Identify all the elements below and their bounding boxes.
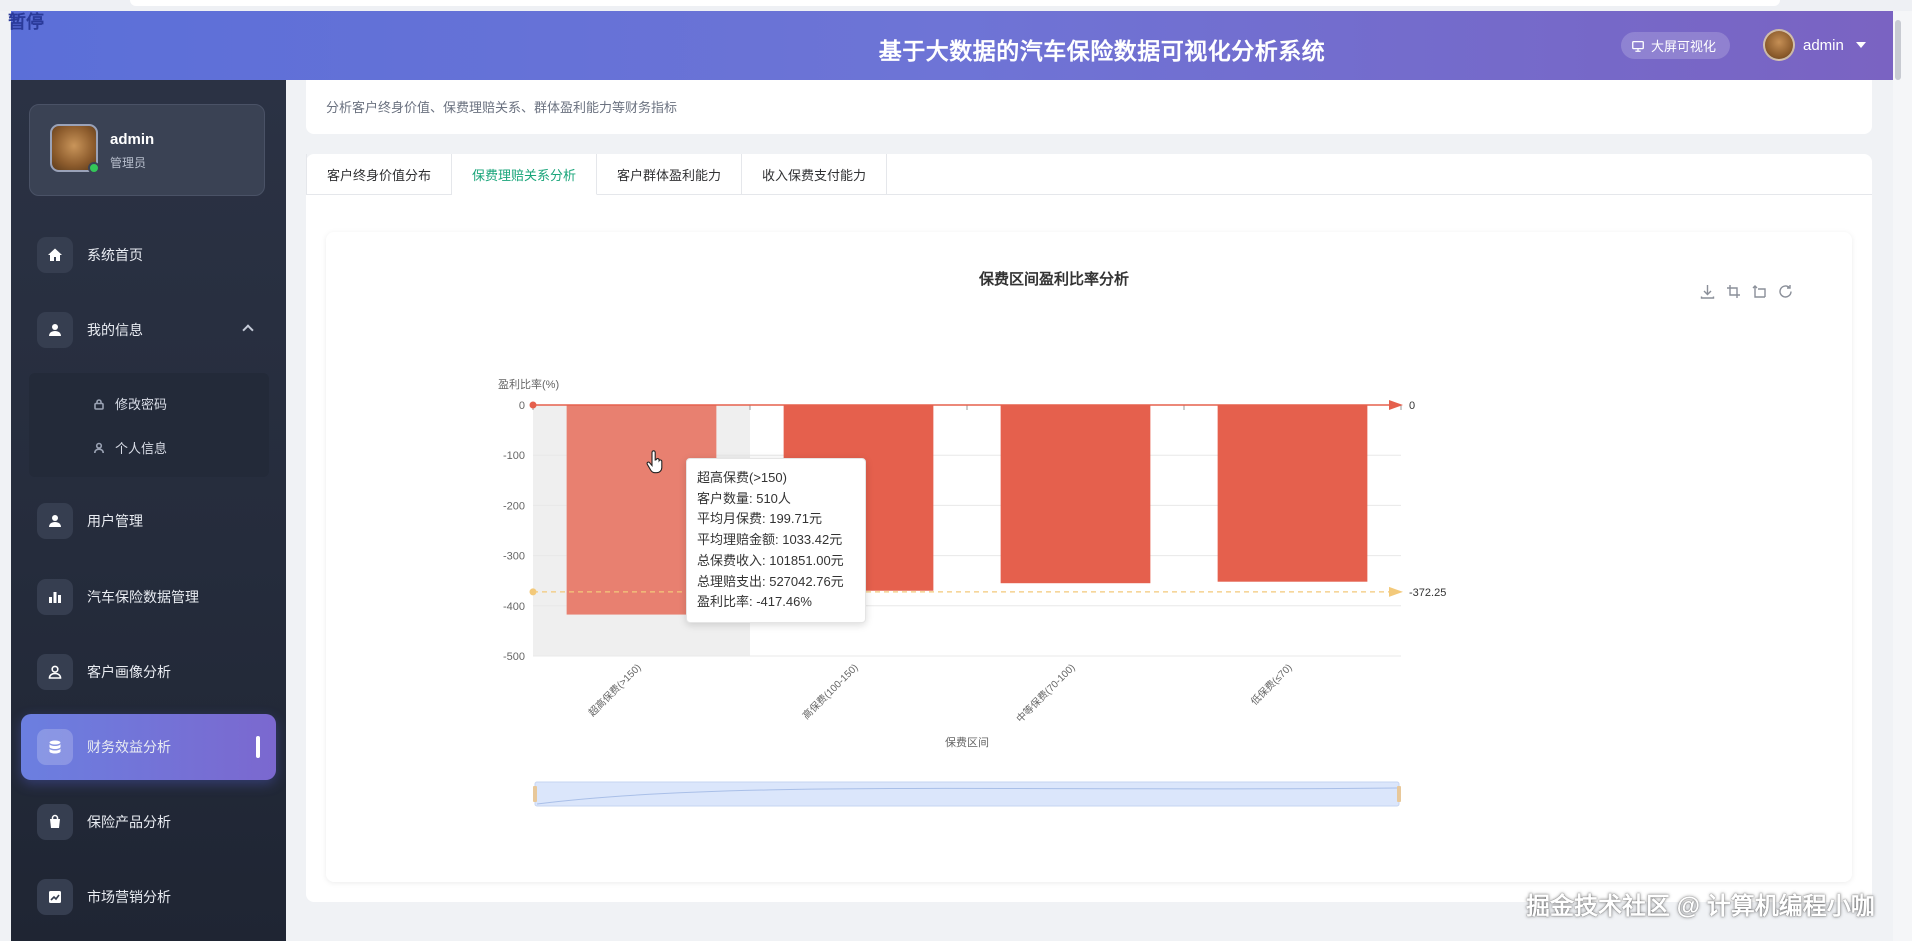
page-description: 分析客户终身价值、保费理赔关系、群体盈利能力等财务指标: [326, 100, 678, 115]
page-description-card: 分析客户终身价值、保费理赔关系、群体盈利能力等财务指标: [306, 80, 1872, 134]
y-tick-label: -200: [503, 500, 525, 512]
bar-chart-icon: [37, 579, 73, 615]
zoom-handle-right: [1397, 786, 1401, 802]
sidebar-item-customer-profile[interactable]: 客户画像分析: [21, 639, 276, 705]
markline-avg-arrow: [1389, 586, 1403, 597]
tooltip-line: 客户数量: 510人: [697, 490, 791, 506]
sidebar-item-label: 我的信息: [87, 322, 143, 338]
bar: [1217, 405, 1368, 582]
top-strip: [0, 0, 1912, 11]
tooltip-line: 总保费收入: 101851.00元: [697, 552, 844, 568]
user-outline-icon: [37, 654, 73, 690]
tab-customer-group-profitability[interactable]: 客户群体盈利能力: [597, 154, 743, 195]
header-avatar: [1763, 29, 1795, 61]
sidebar-item-label: 保险产品分析: [87, 814, 171, 830]
tab-income-premium-affordability[interactable]: 收入保费支付能力: [742, 154, 888, 195]
page-scrollbar[interactable]: [1893, 11, 1912, 941]
profile-card: admin 管理员: [29, 104, 265, 196]
tooltip-line: 平均月保费: 199.71元: [697, 511, 822, 527]
lock-icon: [94, 398, 104, 410]
shopping-bag-icon: [37, 804, 73, 840]
sidebar-item-product-analysis[interactable]: 保险产品分析: [21, 789, 276, 855]
y-tick-label: -100: [503, 450, 525, 462]
person-icon: [94, 442, 104, 453]
home-icon: [37, 237, 73, 273]
chart-card: 保费区间盈利比率分析 0 -100 -200 -300 -400 -500 盈利比率(%) 超…: [326, 232, 1852, 882]
sidebar-item-financial-analysis[interactable]: 财务效益分析: [21, 714, 276, 780]
sidebar-item-label: 市场营销分析: [87, 889, 171, 905]
page-scrollbar-thumb[interactable]: [1895, 20, 1901, 80]
database-icon: [37, 729, 73, 765]
monitor-icon: [1632, 40, 1644, 52]
line-chart-icon: [37, 879, 73, 915]
y-axis-label: 盈利比率(%): [498, 377, 559, 391]
bigscreen-label: 大屏可视化: [1651, 39, 1717, 54]
sidebar: admin 管理员 系统首页 我的信息 修改密码 个人信息 用户管理 汽车保险数…: [11, 80, 286, 941]
x-axis-label: 保费区间: [945, 735, 989, 749]
submenu-item-personal-info[interactable]: 个人信息: [93, 438, 167, 457]
sidebar-item-user-management[interactable]: 用户管理: [21, 488, 276, 554]
x-tick-label: 高保费(100-150): [800, 661, 861, 722]
tooltip-line: 总理赔支出: 527042.76元: [697, 573, 844, 589]
zoom-handle-left: [533, 786, 537, 802]
y-tick-label: -300: [503, 551, 525, 563]
x-tick-label: 中等保费(70-100): [1013, 661, 1077, 725]
tab-bar: 客户终身价值分布 保费理赔关系分析 客户群体盈利能力 收入保费支付能力: [306, 154, 1872, 195]
profile-role: 管理员: [110, 156, 147, 170]
pause-tag: 暂停: [8, 12, 44, 33]
markline-max-label: 0: [1409, 400, 1415, 412]
submenu-item-label: 个人信息: [115, 441, 168, 456]
sidebar-item-marketing-analysis[interactable]: 市场营销分析: [21, 864, 276, 930]
sidebar-item-home[interactable]: 系统首页: [21, 222, 276, 288]
user-dropdown[interactable]: admin: [1763, 29, 1866, 61]
chart-tooltip: 超高保费(>150) 客户数量: 510人 平均月保费: 199.71元 平均理…: [686, 458, 866, 623]
profile-name: admin: [110, 131, 155, 148]
user-icon: [37, 503, 73, 539]
sidebar-item-label: 客户画像分析: [87, 664, 171, 680]
tooltip-line: 超高保费(>150): [697, 470, 787, 485]
pointer-hand-icon: [646, 450, 663, 474]
bar: [1000, 405, 1151, 584]
sidebar-item-label: 汽车保险数据管理: [87, 589, 199, 605]
y-tick-label: -400: [503, 601, 525, 613]
user-icon: [37, 312, 73, 348]
submenu-item-label: 修改密码: [115, 397, 168, 412]
top-header: 基于大数据的汽车保险数据可视化分析系统 大屏可视化 admin: [11, 11, 1893, 80]
sidebar-item-label: 用户管理: [87, 513, 143, 529]
sidebar-item-label: 系统首页: [87, 247, 143, 263]
y-tick-label: -500: [503, 651, 525, 663]
sidebar-item-insurance-data[interactable]: 汽车保险数据管理: [21, 564, 276, 630]
tab-customer-lifetime-value[interactable]: 客户终身价值分布: [306, 154, 453, 195]
analysis-panel: 客户终身价值分布 保费理赔关系分析 客户群体盈利能力 收入保费支付能力 保费区间…: [306, 154, 1872, 902]
my-info-submenu: 修改密码 个人信息: [29, 373, 269, 477]
watermark: 掘金技术社区 @ 计算机编程小咖: [1526, 893, 1875, 920]
y-tick-label: 0: [519, 400, 525, 412]
sidebar-item-my-info[interactable]: 我的信息: [21, 297, 276, 363]
caret-down-icon: [1855, 42, 1866, 48]
online-status-icon: [88, 162, 100, 174]
bigscreen-button[interactable]: 大屏可视化: [1621, 32, 1731, 59]
submenu-item-change-password[interactable]: 修改密码: [93, 394, 167, 413]
x-tick-label: 超高保费(>150): [586, 661, 644, 719]
x-tick-label: 低保费(≤70): [1248, 661, 1295, 708]
active-indicator: [256, 736, 260, 758]
system-title: 基于大数据的汽车保险数据可视化分析系统: [878, 38, 1326, 64]
chevron-up-icon: [242, 324, 254, 336]
tooltip-line: 平均理赔金额: 1033.42元: [697, 532, 843, 548]
sidebar-item-label: 财务效益分析: [87, 739, 171, 755]
tab-premium-claims-relation[interactable]: 保费理赔关系分析: [452, 154, 598, 195]
bar-chart: 0 -100 -200 -300 -400 -500 盈利比率(%) 超高保费(>150) 高保…: [498, 377, 1446, 807]
markline-avg-label: -372.25: [1409, 587, 1446, 599]
header-username: admin: [1803, 36, 1844, 54]
tooltip-line: 盈利比率: -417.46%: [697, 594, 812, 610]
app-window: 暂停 基于大数据的汽车保险数据可视化分析系统 大屏可视化 admin admin…: [0, 0, 1912, 941]
